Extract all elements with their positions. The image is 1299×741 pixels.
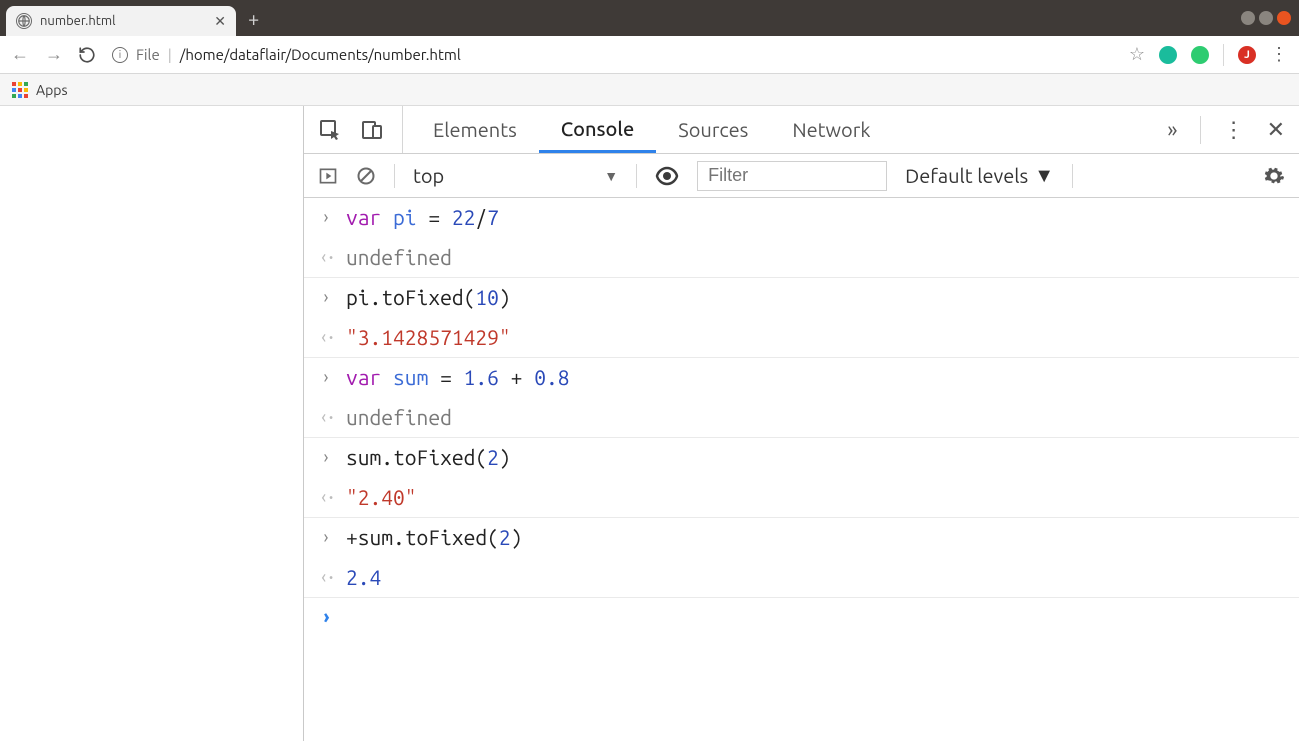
- console-output-marker: ‹·: [318, 242, 334, 271]
- devtools-menu-icon[interactable]: ⋮: [1223, 117, 1245, 143]
- console-input-marker: ›: [318, 282, 334, 311]
- devtools-close-icon[interactable]: ✕: [1267, 117, 1285, 143]
- tab-console[interactable]: Console: [539, 106, 656, 153]
- url-path: /home/dataflair/Documents/number.html: [180, 46, 461, 63]
- devtools-tabbar: Elements Console Sources Network » ⋮ ✕: [304, 106, 1299, 154]
- console-line: "3.1428571429": [346, 322, 511, 354]
- console-line: undefined: [346, 402, 452, 434]
- devtools-panel: Elements Console Sources Network » ⋮ ✕: [303, 106, 1299, 741]
- console-line: +sum.toFixed(2): [346, 522, 522, 554]
- extension-icon[interactable]: [1191, 46, 1209, 64]
- browser-menu-button[interactable]: ⋮: [1270, 44, 1289, 65]
- more-tabs-icon[interactable]: »: [1167, 117, 1177, 142]
- console-toolbar: top ▼ Default levels ▼: [304, 154, 1299, 198]
- profile-avatar[interactable]: J: [1238, 46, 1256, 64]
- address-bar: ← → i File | /home/dataflair/Documents/n…: [0, 36, 1299, 74]
- chevron-down-icon: ▼: [604, 168, 618, 184]
- execution-context-select[interactable]: top ▼: [413, 164, 618, 187]
- console-output-marker: ‹·: [318, 402, 334, 431]
- console-output-marker: ‹·: [318, 482, 334, 511]
- chevron-down-icon: ▼: [1034, 163, 1054, 188]
- maximize-button[interactable]: [1259, 11, 1273, 25]
- console-input-marker: ›: [318, 202, 334, 231]
- minimize-button[interactable]: [1241, 11, 1255, 25]
- new-tab-button[interactable]: +: [248, 7, 259, 30]
- console-line: pi.toFixed(10): [346, 282, 511, 314]
- extension-icon[interactable]: [1159, 46, 1177, 64]
- window-close-button[interactable]: [1277, 11, 1291, 25]
- clear-console-icon[interactable]: [356, 166, 376, 186]
- browser-tab[interactable]: number.html ✕: [6, 6, 236, 36]
- console-line: var pi = 22/7: [346, 202, 499, 234]
- console-line: "2.40": [346, 482, 417, 514]
- tab-elements[interactable]: Elements: [411, 106, 539, 153]
- window-controls: [1241, 0, 1299, 36]
- console-input[interactable]: [346, 602, 358, 634]
- log-levels-select[interactable]: Default levels ▼: [905, 163, 1054, 188]
- site-info-icon[interactable]: i: [112, 47, 128, 63]
- console-filter-input[interactable]: [697, 161, 887, 191]
- console-input-marker: ›: [318, 442, 334, 471]
- apps-label[interactable]: Apps: [36, 82, 68, 98]
- console-line: undefined: [346, 242, 452, 274]
- console-line: var sum = 1.6 + 0.8: [346, 362, 569, 394]
- tab-title: number.html: [40, 14, 206, 28]
- live-expression-icon[interactable]: [655, 164, 679, 188]
- close-icon[interactable]: ✕: [214, 13, 226, 30]
- console-input-marker: ›: [318, 362, 334, 391]
- console-settings-icon[interactable]: [1263, 165, 1285, 187]
- console-output[interactable]: › var pi = 22/7 ‹· undefined › pi.toFixed(10)…: [304, 198, 1299, 741]
- device-toolbar-icon[interactable]: [360, 118, 384, 142]
- bookmarks-bar: Apps: [0, 74, 1299, 106]
- back-button[interactable]: ←: [10, 44, 30, 65]
- browser-tabstrip: number.html ✕ +: [0, 0, 1299, 36]
- console-output-marker: ‹·: [318, 322, 334, 351]
- toggle-sidebar-icon[interactable]: [318, 166, 338, 186]
- console-prompt[interactable]: ›: [318, 602, 334, 631]
- url-scheme: File: [136, 46, 160, 63]
- globe-icon: [16, 13, 32, 29]
- tab-sources[interactable]: Sources: [656, 106, 770, 153]
- forward-button[interactable]: →: [44, 44, 64, 65]
- reload-button[interactable]: [78, 46, 98, 64]
- console-line: 2.4: [346, 562, 381, 594]
- console-output-marker: ‹·: [318, 562, 334, 591]
- tab-network[interactable]: Network: [770, 106, 892, 153]
- apps-icon[interactable]: [12, 82, 28, 98]
- url-field[interactable]: i File | /home/dataflair/Documents/numbe…: [112, 46, 1115, 63]
- bookmark-star-icon[interactable]: ☆: [1129, 44, 1145, 65]
- console-line: sum.toFixed(2): [346, 442, 511, 474]
- inspect-element-icon[interactable]: [318, 118, 342, 142]
- console-input-marker: ›: [318, 522, 334, 551]
- page-content: [0, 106, 303, 741]
